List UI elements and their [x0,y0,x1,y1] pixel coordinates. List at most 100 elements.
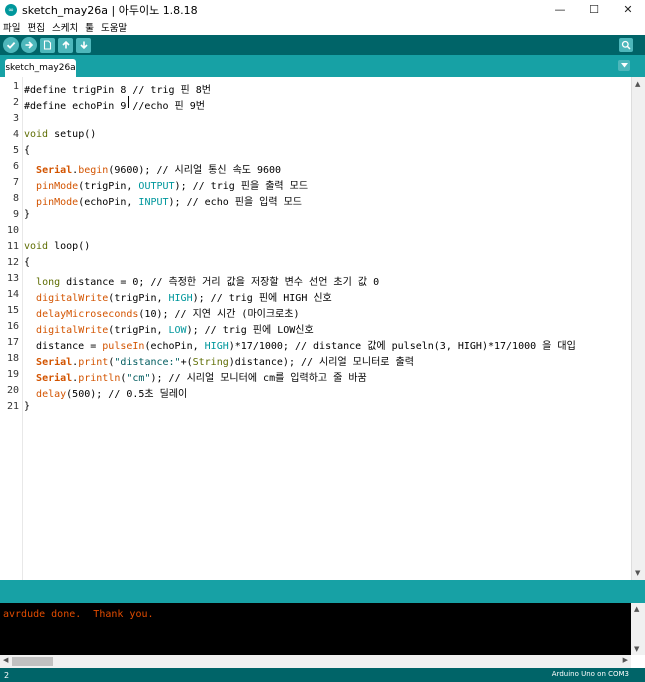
close-button[interactable]: ✕ [611,0,645,19]
new-button[interactable] [40,37,55,53]
scroll-up-icon[interactable]: ▲ [635,80,640,88]
console-divider[interactable] [0,580,645,603]
code-text: { [24,257,31,268]
tab-sketch-may26a[interactable]: sketch_may26a [5,59,76,77]
code-text: long distance = 0; // 측정한 거리 값을 저장할 변수 선… [36,277,380,288]
code-text: #define trigPin 8 // trig 핀 8번 [24,85,211,96]
verify-button[interactable] [3,37,19,53]
code-line: 21 } [0,399,631,415]
line-number: 10 [6,225,19,236]
toolbar [0,35,645,55]
line-number: 3 [12,113,19,124]
line-number: 9 [12,209,19,220]
code-text: delayMicroseconds(10); // 지연 시간 (마이크로초) [36,309,300,320]
magnifier-icon [621,40,631,50]
console-message: avrdude done. Thank you. [3,609,154,620]
scroll-down-icon[interactable]: ▼ [634,645,639,653]
status-board-port: Arduino Uno on COM3 [551,670,629,678]
menu-bar: 파일 편집 스케치 툴 도움말 [0,19,645,35]
code-text: delay(500); // 0.5초 딜레이 [36,389,188,400]
code-line: 5 { [0,143,631,159]
code-line: 13 long distance = 0; // 측정한 거리 값을 저장할 변… [0,271,631,288]
code-line: 6 Serial.begin(9600); // 시리얼 통신 속도 9600 [0,159,631,176]
line-number: 21 [6,401,19,412]
code-text: { [24,145,31,156]
line-number: 13 [6,273,19,284]
save-button[interactable] [76,37,91,53]
arduino-logo-icon: ∞ [5,3,17,16]
new-file-icon [43,40,52,50]
line-number: 4 [12,129,19,140]
code-line: 18 Serial.print("distance:"+(String)dist… [0,351,631,368]
scroll-thumb[interactable] [12,657,53,666]
line-number: 5 [12,145,19,156]
arrow-right-icon [25,41,34,49]
code-line: 3 [0,111,631,127]
line-number: 16 [6,321,19,332]
console-horizontal-scrollbar[interactable]: ◀ ▶ [0,655,631,668]
line-number: 20 [6,385,19,396]
scroll-left-icon[interactable]: ◀ [3,656,8,664]
code-line: 14 digitalWrite(trigPin, HIGH); // trig … [0,287,631,304]
code-text: pinMode(echoPin, INPUT); // echo 핀을 입력 모… [36,197,302,208]
serial-monitor-button[interactable] [619,38,633,52]
arrow-down-icon [79,41,88,50]
line-number: 2 [12,97,19,108]
menu-file[interactable]: 파일 [3,20,20,34]
code-text: } [24,209,31,220]
code-line: 8 pinMode(echoPin, INPUT); // echo 핀을 입력… [0,191,631,208]
maximize-button[interactable]: ☐ [577,0,611,19]
menu-edit[interactable]: 편집 [27,20,44,34]
open-button[interactable] [58,37,73,53]
menu-sketch[interactable]: 스케치 [52,20,78,34]
code-editor[interactable]: 1 #define trigPin 8 // trig 핀 8번 2 #defi… [0,77,631,580]
code-text: digitalWrite(trigPin, HIGH); // trig 핀에 … [36,293,332,304]
triangle-down-icon [620,63,628,68]
scroll-down-icon[interactable]: ▼ [635,569,640,577]
code-line: 4 void setup() [0,127,631,143]
line-number: 12 [6,257,19,268]
code-line: 10 [0,223,631,239]
menu-tools[interactable]: 툴 [85,20,94,34]
line-number: 17 [6,337,19,348]
code-line: 7 pinMode(trigPin, OUTPUT); // trig 핀을 출… [0,175,631,192]
code-line: 11 void loop() [0,239,631,255]
code-line: 12 { [0,255,631,271]
line-number: 6 [12,161,19,172]
scroll-up-icon[interactable]: ▲ [634,605,639,613]
code-text: distance = pulseIn(echoPin, HIGH)*17/100… [24,341,576,352]
status-line-number: 2 [4,670,10,680]
code-line: 17 distance = pulseIn(echoPin, HIGH)*17/… [0,335,631,352]
code-text: Serial.begin(9600); // 시리얼 통신 속도 9600 [36,165,282,176]
code-text: pinMode(trigPin, OUTPUT); // trig 핀을 출력 … [36,181,309,192]
gutter-divider [22,77,23,580]
tab-menu-button[interactable] [618,60,630,71]
upload-button[interactable] [21,37,37,53]
line-number: 1 [12,81,19,92]
code-text: } [24,401,31,412]
line-number: 11 [6,241,19,252]
code-text: Serial.print("distance:"+(String)distanc… [36,357,414,368]
code-line: 2 #define echoPin 9 //echo 핀 9번 [0,95,631,112]
line-number: 8 [12,193,19,204]
minimize-button[interactable]: — [543,0,577,19]
line-number: 18 [6,353,19,364]
line-number: 15 [6,305,19,316]
menu-help[interactable]: 도움말 [101,20,127,34]
title-bar: ∞ sketch_may26a | 아두이노 1.8.18 — ☐ ✕ [0,0,645,19]
scroll-right-icon[interactable]: ▶ [623,656,628,664]
code-line: 19 Serial.println("cm"); // 시리얼 모니터에 cm를… [0,367,631,384]
code-line: 9 } [0,207,631,223]
console-output: avrdude done. Thank you. [0,603,631,655]
code-text: #define echoPin 9 //echo 핀 9번 [24,101,205,112]
line-number: 19 [6,369,19,380]
line-number: 7 [12,177,19,188]
check-icon [6,41,16,49]
code-text: Serial.println("cm"); // 시리얼 모니터에 cm를 입력… [36,373,367,384]
status-bar: 2 Arduino Uno on COM3 [0,668,645,682]
code-line: 16 digitalWrite(trigPin, LOW); // trig 핀… [0,319,631,336]
tab-strip: sketch_may26a [0,55,645,77]
console-vertical-scrollbar[interactable]: ▲ ▼ [631,603,645,655]
code-text: void loop() [24,241,91,252]
editor-vertical-scrollbar[interactable]: ▲ ▼ [631,77,645,580]
